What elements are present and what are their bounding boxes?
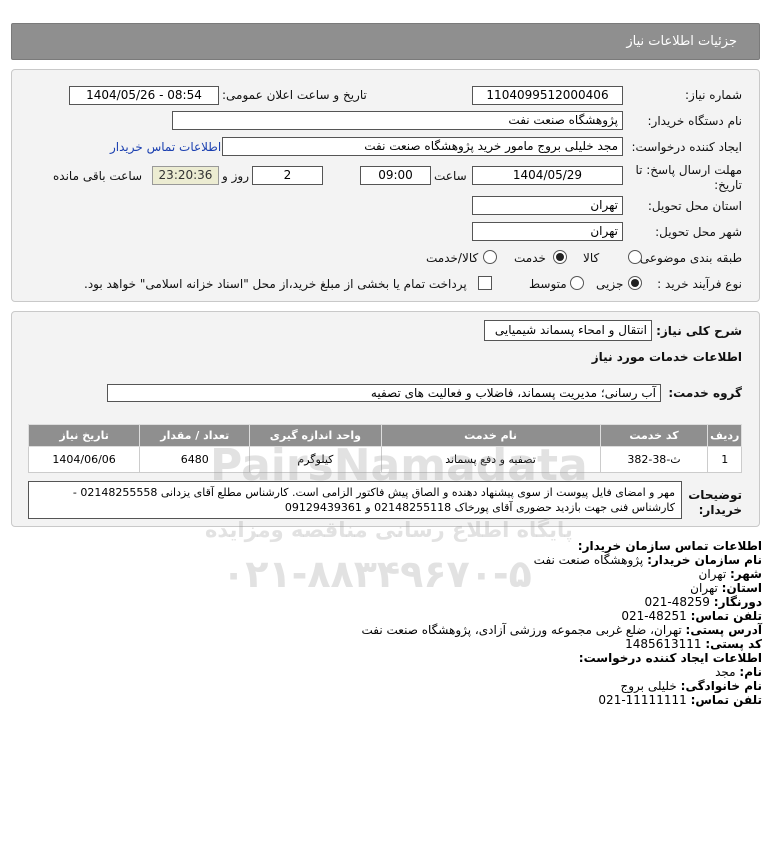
- category-label: طبقه بندی موضوعی:: [635, 251, 742, 265]
- purchase-medium-label: متوسط: [529, 277, 567, 291]
- buyer-notes: مهر و امضای فایل پیوست از سوی پیشنهاد ده…: [28, 481, 682, 519]
- treasury-checkbox[interactable]: [478, 276, 492, 290]
- days-label: روز و: [222, 169, 249, 183]
- need-number-label: شماره نیاز:: [685, 88, 742, 102]
- city-field: تهران: [472, 222, 623, 241]
- service-group-label: گروه خدمت:: [668, 386, 742, 400]
- table-row: 1 ث-38-382 تصفیه و دفع پسماند کیلوگرم 64…: [27, 446, 742, 473]
- service-group-field: آب رسانی؛ مدیریت پسماند، فاضلاب و فعالیت…: [107, 384, 661, 402]
- days-field: 2: [252, 166, 323, 185]
- buyer-province-line: استان: تهران: [690, 581, 762, 595]
- col-service-code: کد خدمت: [599, 424, 709, 447]
- col-unit: واحد اندازه گیری: [249, 424, 382, 447]
- cell-row-number: 1: [707, 446, 742, 473]
- col-need-date: تاریخ نیاز: [27, 424, 141, 447]
- page-title: جزئیات اطلاعات نیاز: [626, 34, 737, 49]
- notes-label-buyer: خریدار:: [698, 503, 742, 517]
- page-title-bar: جزئیات اطلاعات نیاز: [11, 23, 760, 60]
- col-row-number: ردیف: [707, 424, 742, 447]
- deadline-time-label: ساعت: [434, 169, 467, 183]
- need-number-field: 1104099512000406: [472, 86, 623, 105]
- deadline-label-date: تاریخ:: [714, 178, 742, 192]
- category-service-label: خدمت: [514, 251, 546, 265]
- services-heading: اطلاعات خدمات مورد نیاز: [591, 350, 742, 364]
- purchase-type-label: نوع فرآیند خرید :: [657, 277, 742, 291]
- buyer-postal-line: کد پستی: 1485613111: [625, 637, 762, 651]
- buyer-address-line: آدرس پستی: تهران، ضلع غربی مجموعه ورزشی …: [361, 623, 762, 637]
- province-label: استان محل تحویل:: [647, 199, 742, 213]
- deadline-date-field: 1404/05/29: [472, 166, 623, 185]
- buyer-contact-heading: اطلاعات تماس سازمان خریدار:: [577, 539, 762, 553]
- category-goods-service-label: کالا/خدمت: [426, 251, 479, 265]
- services-table: ردیف کد خدمت نام خدمت واحد اندازه گیری ت…: [27, 424, 742, 473]
- creator-field: مجد خلیلی بروج مامور خرید پژوهشگاه صنعت …: [222, 137, 623, 156]
- cell-service-code: ث-38-382: [599, 446, 709, 473]
- cell-quantity: 6480: [139, 446, 251, 473]
- buyer-org-label: نام دستگاه خریدار:: [647, 114, 743, 128]
- creator-label: ایجاد کننده درخواست:: [631, 140, 742, 154]
- buyer-city-line: شهر: تهران: [698, 567, 762, 581]
- col-service-name: نام خدمت: [380, 424, 601, 447]
- category-goods-radio[interactable]: [628, 250, 642, 264]
- buyer-fax-line: دورنگار: 021-48259: [644, 595, 762, 609]
- announce-field: 1404/05/26 - 08:54: [69, 86, 219, 105]
- category-goods-label: کالا: [583, 251, 600, 265]
- cell-service-name: تصفیه و دفع پسماند: [380, 446, 601, 473]
- buyer-phone-line: تلفن تماس: 021-48251: [621, 609, 762, 623]
- table-header-row: ردیف کد خدمت نام خدمت واحد اندازه گیری ت…: [27, 424, 742, 447]
- province-field: تهران: [472, 196, 623, 215]
- purchase-minor-label: جزیی: [596, 277, 624, 291]
- purchase-minor-radio[interactable]: [628, 276, 642, 290]
- purchase-medium-radio[interactable]: [570, 276, 584, 290]
- col-quantity: تعداد / مقدار: [139, 424, 251, 447]
- creator-name-line: نام: مجد: [715, 665, 762, 679]
- buyer-org-field: پژوهشگاه صنعت نفت: [172, 111, 623, 130]
- cell-unit: کیلوگرم: [249, 446, 382, 473]
- creator-family-line: نام خانوادگی: خلیلی بروج: [620, 679, 763, 693]
- announce-label: تاریخ و ساعت اعلان عمومی:: [222, 88, 367, 102]
- deadline-label: مهلت ارسال پاسخ: تا: [635, 163, 742, 177]
- treasury-note: پرداخت تمام یا بخشی از مبلغ خرید،از محل …: [84, 277, 467, 291]
- remaining-time-field: 23:20:36: [152, 166, 219, 185]
- cell-need-date: 1404/06/06: [27, 446, 141, 473]
- buyer-contact-link[interactable]: اطلاعات تماس خریدار: [110, 140, 221, 154]
- creator-phone-line: تلفن تماس: 021-11111111: [598, 693, 762, 707]
- category-service-radio[interactable]: [553, 250, 567, 264]
- buyer-org-line: نام سازمان خریدار: پژوهشگاه صنعت نفت: [533, 553, 762, 567]
- summary-label: شرح کلی نیاز:: [656, 324, 742, 338]
- deadline-time-field: 09:00: [360, 166, 431, 185]
- watermark-phone: ۰۲۱-۸۸۳۴۹۶۷۰-۵: [222, 552, 532, 596]
- city-label: شهر محل تحویل:: [655, 225, 742, 239]
- summary-field: انتقال و امحاء پسماند شیمیایی: [484, 320, 652, 341]
- category-goods-service-radio[interactable]: [483, 250, 497, 264]
- remaining-label: ساعت باقی مانده: [53, 169, 143, 183]
- notes-label: توضیحات: [688, 488, 742, 502]
- creator-contact-heading: اطلاعات ایجاد کننده درخواست:: [578, 651, 762, 665]
